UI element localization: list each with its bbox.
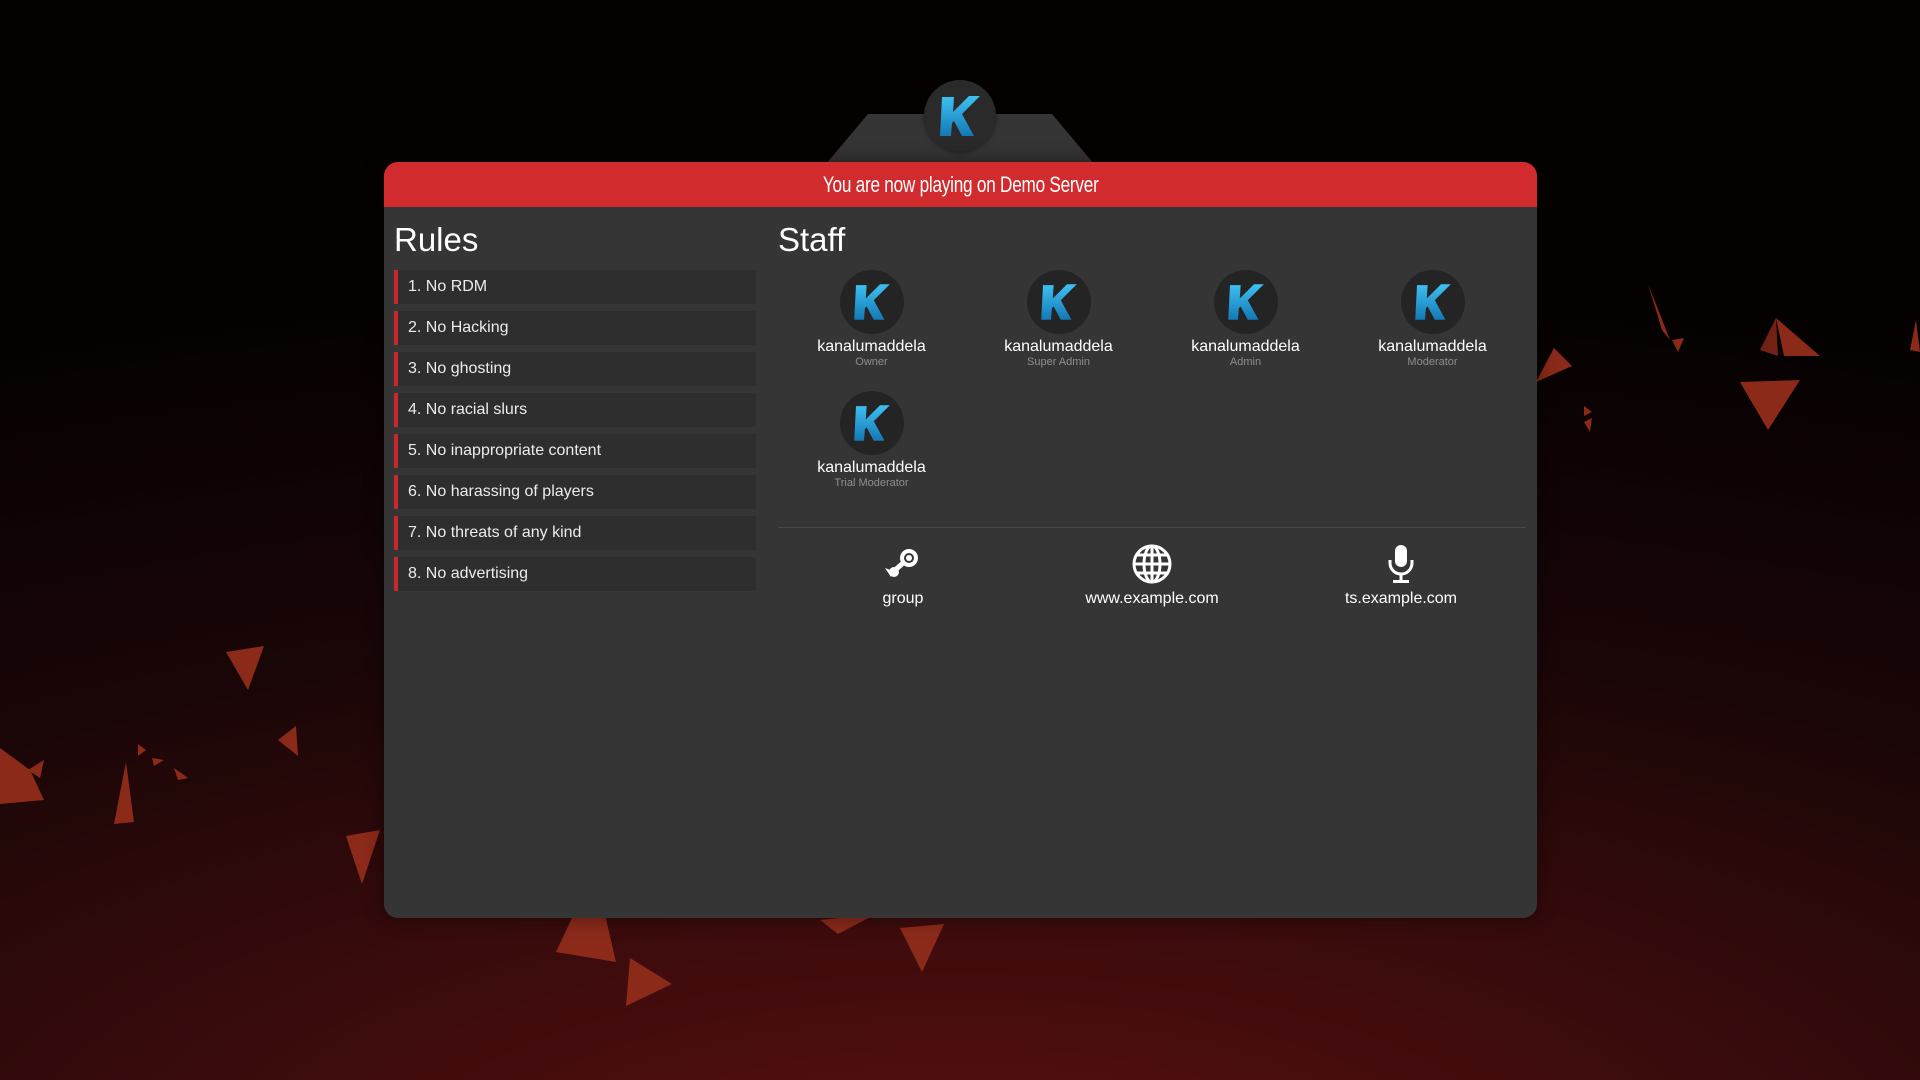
staff-name: kanalumaddela [1378, 338, 1487, 355]
staff-title: Staff [778, 221, 846, 258]
staff-card: kanalumaddela Owner [778, 270, 965, 391]
staff-name: kanalumaddela [1004, 338, 1113, 355]
rule-item: 7. No threats of any kind [394, 516, 756, 550]
rule-item: 8. No advertising [394, 557, 756, 591]
k-logo-icon [924, 80, 996, 152]
globe-icon [1130, 542, 1174, 586]
server-info-panel: You are now playing on Demo Server Rules… [384, 162, 1537, 918]
rule-item: 3. No ghosting [394, 352, 756, 386]
rules-title: Rules [394, 221, 479, 258]
rules-section: Rules 1. No RDM 2. No Hacking 3. No ghos… [394, 220, 756, 598]
steam-group-link[interactable]: group [803, 542, 1003, 608]
microphone-icon [1379, 542, 1423, 586]
rule-item: 2. No Hacking [394, 311, 756, 345]
divider [778, 527, 1526, 528]
link-label: group [882, 590, 924, 607]
banner-text: You are now playing on Demo Server [822, 171, 1099, 197]
link-label: www.example.com [1085, 590, 1219, 607]
avatar [1026, 270, 1091, 334]
welcome-banner: You are now playing on Demo Server [384, 162, 1537, 207]
rules-list: 1. No RDM 2. No Hacking 3. No ghosting 4… [394, 270, 756, 591]
staff-role: Owner [855, 356, 888, 368]
avatar [839, 270, 904, 334]
staff-card: kanalumaddela Trial Moderator [778, 391, 965, 512]
staff-name: kanalumaddela [817, 459, 926, 476]
rule-item: 5. No inappropriate content [394, 434, 756, 468]
website-link[interactable]: www.example.com [1052, 542, 1252, 608]
staff-role: Admin [1229, 356, 1262, 368]
link-label: ts.example.com [1344, 590, 1458, 607]
rule-item: 4. No racial slurs [394, 393, 756, 427]
staff-grid: kanalumaddela Owner kanalumaddela Super … [778, 270, 1526, 512]
staff-card: kanalumaddela Moderator [1339, 270, 1526, 391]
links-row: group www.example.com ts.example.com [778, 542, 1526, 622]
teamspeak-link[interactable]: ts.example.com [1301, 542, 1501, 608]
rule-item: 1. No RDM [394, 270, 756, 304]
steam-icon [881, 542, 925, 586]
staff-card: kanalumaddela Super Admin [965, 270, 1152, 391]
avatar [839, 391, 904, 455]
staff-section: Staff kanalumaddela Owner kanalumaddela … [778, 220, 1526, 512]
avatar [1213, 270, 1278, 334]
staff-name: kanalumaddela [817, 338, 926, 355]
staff-role: Moderator [1407, 356, 1458, 368]
staff-role: Trial Moderator [834, 477, 909, 489]
rule-item: 6. No harassing of players [394, 475, 756, 509]
staff-role: Super Admin [1027, 356, 1090, 368]
staff-card: kanalumaddela Admin [1152, 270, 1339, 391]
avatar [1400, 270, 1465, 334]
staff-name: kanalumaddela [1191, 338, 1300, 355]
